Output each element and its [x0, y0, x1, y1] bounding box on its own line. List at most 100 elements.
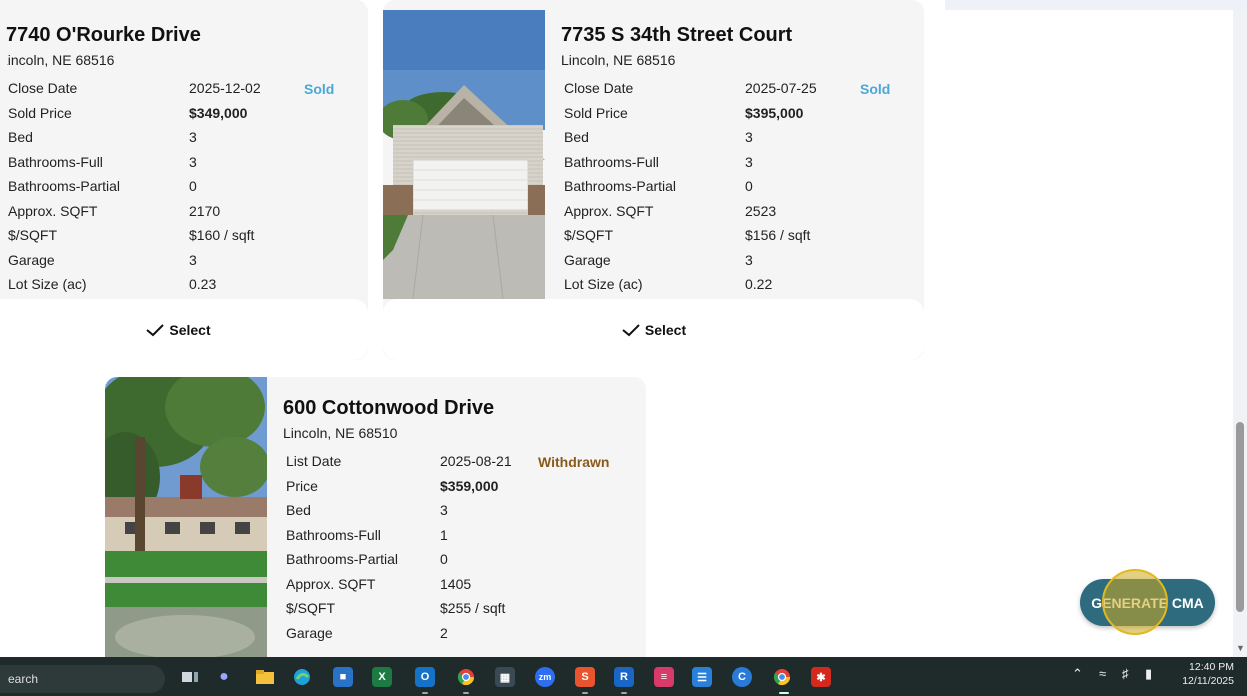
- generate-cma-button[interactable]: GENERATE CMA: [1080, 579, 1215, 626]
- detail-value: 2025-12-02: [189, 80, 261, 97]
- detail-value: 0.23: [189, 276, 217, 293]
- volume-icon[interactable]: ♯: [1122, 666, 1129, 681]
- detail-value: 1: [440, 526, 448, 543]
- detail-label: Sold Price: [564, 104, 628, 121]
- detail-label: Bathrooms-Partial: [286, 551, 399, 568]
- detail-label: Lot Size (ac): [564, 276, 643, 293]
- teams-icon[interactable]: ●: [214, 667, 234, 687]
- detail-row: Approx. SQFT 1405: [286, 572, 512, 597]
- clock-time: 12:40 PM: [1189, 661, 1234, 673]
- excel-icon[interactable]: X: [372, 667, 392, 687]
- detail-row: Approx. SQFT 2170: [8, 199, 261, 224]
- edge-browser-icon[interactable]: [292, 667, 312, 687]
- zoom-icon[interactable]: zm: [535, 667, 555, 687]
- battery-icon[interactable]: ▮: [1145, 666, 1152, 682]
- detail-value: $160 / sqft: [189, 227, 255, 244]
- taskbar-clock[interactable]: 12:40 PM 12/11/2025: [1172, 660, 1234, 688]
- detail-value: 2170: [189, 202, 221, 219]
- detail-row: Sold Price $395,000: [564, 101, 817, 126]
- detail-row: Bed 3: [8, 125, 261, 150]
- store-icon[interactable]: ■: [333, 667, 353, 687]
- listing-photo[interactable]: [383, 10, 545, 299]
- chat-app-icon[interactable]: ≡: [654, 667, 674, 687]
- copilot-icon[interactable]: C: [732, 667, 752, 687]
- listing-photo[interactable]: [105, 377, 267, 657]
- house-photo-image: [383, 10, 545, 299]
- detail-label: $/SQFT: [564, 227, 614, 244]
- detail-label: Close Date: [564, 80, 634, 97]
- task-view-icon[interactable]: [180, 667, 200, 687]
- detail-value: 2: [440, 624, 448, 641]
- calculator-icon[interactable]: ▦: [495, 667, 515, 687]
- detail-row: Bed 3: [564, 125, 817, 150]
- select-label: Select: [169, 321, 211, 338]
- detail-value: 3: [189, 153, 197, 170]
- detail-value: 0: [440, 551, 448, 568]
- browser-viewport: 7740 O'Rourke Drive Lincoln, NE 68516 So…: [0, 0, 1247, 657]
- detail-label: Bathrooms-Full: [8, 153, 103, 170]
- detail-label: Bathrooms-Full: [564, 153, 659, 170]
- detail-label: Bed: [8, 129, 33, 146]
- detail-value: 3: [745, 153, 753, 170]
- detail-row: Price $359,000: [286, 474, 512, 499]
- s-app-icon[interactable]: S: [575, 667, 595, 687]
- listing-details: Close Date 2025-07-25 Sold Price $395,000 …: [564, 76, 817, 297]
- status-badge: Withdrawn: [538, 454, 610, 470]
- detail-value: 3: [189, 251, 197, 268]
- detail-label: Bathrooms-Full: [286, 526, 381, 543]
- running-indicator: [779, 692, 789, 694]
- detail-label: Garage: [8, 251, 55, 268]
- detail-row: Approx. SQFT 2523: [564, 199, 817, 224]
- select-button[interactable]: Select: [621, 322, 686, 338]
- wifi-icon[interactable]: ≈: [1099, 666, 1106, 681]
- detail-value: 3: [189, 129, 197, 146]
- detail-value: $255 / sqft: [440, 600, 506, 617]
- detail-label: Approx. SQFT: [8, 202, 98, 219]
- detail-row: Bed 3: [286, 498, 512, 523]
- detail-row: Garage 3: [564, 248, 817, 273]
- detail-label: Approx. SQFT: [286, 575, 376, 592]
- detail-value: 2025-08-21: [440, 453, 512, 470]
- detail-row: Lot Size (ac) 0.22: [564, 272, 817, 297]
- file-explorer-icon[interactable]: [255, 667, 275, 687]
- detail-row: Garage 2: [286, 621, 512, 646]
- detail-value: $156 / sqft: [745, 227, 811, 244]
- detail-row: Lot Size (ac) 0.23: [8, 272, 261, 297]
- listing-details: Close Date 2025-12-02 Sold Price $349,000 …: [8, 76, 261, 297]
- chrome-profile-icon[interactable]: [772, 667, 792, 687]
- detail-label: Approx. SQFT: [564, 202, 654, 219]
- scroll-thumb[interactable]: [1236, 422, 1244, 612]
- detail-label: Sold Price: [8, 104, 72, 121]
- detail-value: 0: [189, 178, 197, 195]
- detail-row: Sold Price $349,000: [8, 101, 261, 126]
- detail-row: Bathrooms-Partial 0: [564, 174, 817, 199]
- detail-label: Bathrooms-Partial: [8, 178, 121, 195]
- listing-card: 600 Cottonwood Drive Lincoln, NE 68510 W…: [105, 377, 646, 657]
- acrobat-icon[interactable]: ✱: [811, 667, 831, 687]
- r-app-icon[interactable]: R: [614, 667, 634, 687]
- listing-details: List Date 2025-08-21 Price $359,000 Bed 3 B…: [286, 449, 512, 645]
- select-button[interactable]: Select: [145, 321, 211, 338]
- listing-address: 600 Cottonwood Drive: [283, 397, 495, 419]
- detail-label: $/SQFT: [286, 600, 336, 617]
- vertical-scrollbar[interactable]: ▼: [1233, 10, 1247, 657]
- detail-label: Price: [286, 477, 318, 494]
- detail-row: Garage 3: [8, 248, 261, 273]
- listing-city: Lincoln, NE 68516: [561, 52, 676, 68]
- status-badge: Sold: [860, 81, 891, 97]
- detail-value: 2025-07-25: [745, 80, 817, 97]
- show-hidden-icons-icon[interactable]: ⌃: [1072, 666, 1083, 682]
- detail-value: 3: [745, 251, 753, 268]
- forms-app-icon[interactable]: ☰: [692, 667, 712, 687]
- outlook-icon[interactable]: O: [415, 667, 435, 687]
- listing-card: 7740 O'Rourke Drive Lincoln, NE 68516 So…: [0, 0, 368, 360]
- taskbar-search-box[interactable]: earch: [0, 665, 165, 693]
- detail-label: Bathrooms-Partial: [564, 178, 677, 195]
- chrome-icon[interactable]: [456, 667, 476, 687]
- scroll-down-arrow-icon[interactable]: ▼: [1236, 643, 1245, 653]
- detail-row: Close Date 2025-12-02: [8, 76, 261, 101]
- checkmark-icon: [146, 323, 165, 336]
- house-photo-image: [105, 377, 267, 657]
- detail-row: $/SQFT $255 / sqft: [286, 596, 512, 621]
- running-indicator: [621, 692, 627, 694]
